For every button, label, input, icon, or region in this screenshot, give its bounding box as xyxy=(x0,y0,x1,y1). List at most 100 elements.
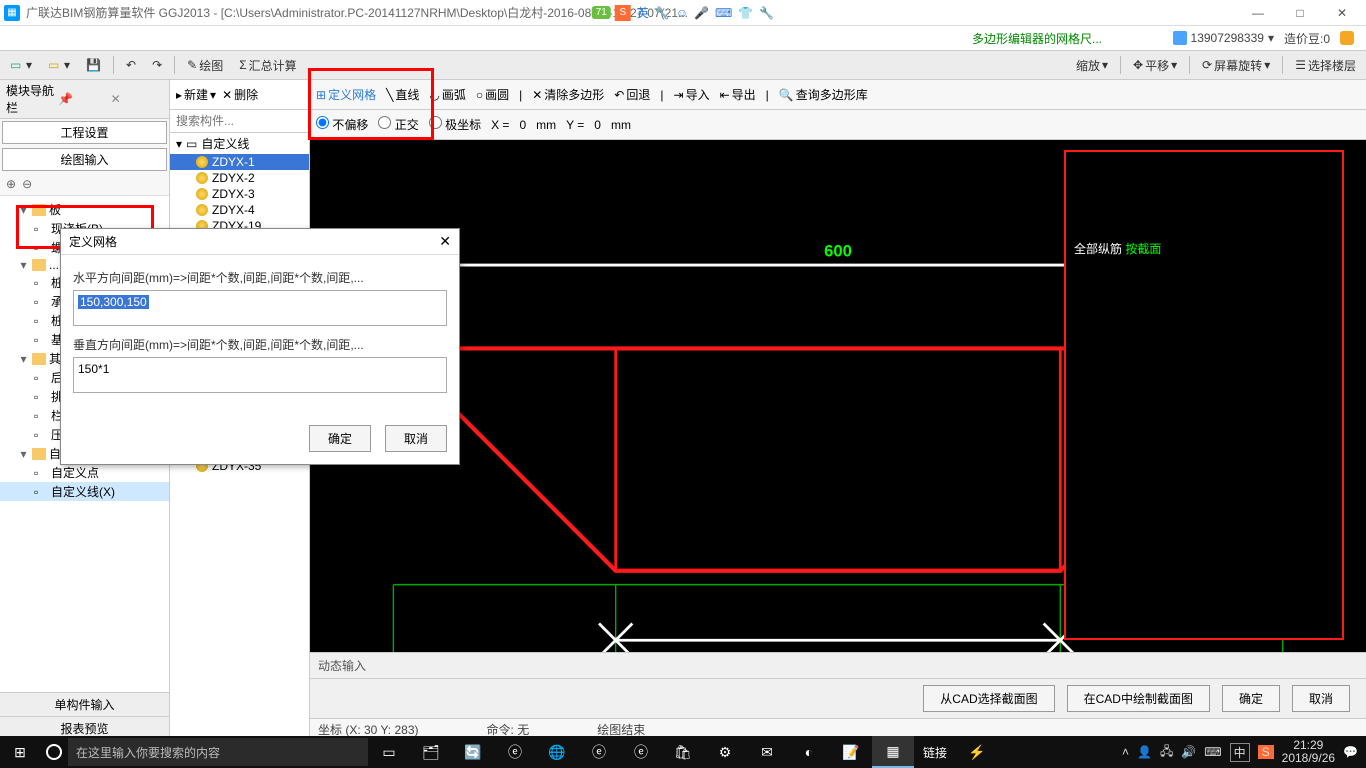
tray-clock[interactable]: 21:29 2018/9/26 xyxy=(1282,739,1335,765)
dialog-close-button[interactable]: ✕ xyxy=(439,233,451,250)
sogou-icon[interactable]: S xyxy=(615,5,631,21)
tb-ie-icon[interactable]: ⓔ xyxy=(494,736,536,768)
import-button[interactable]: ⇥ 导入 xyxy=(674,86,710,103)
component-item[interactable]: ZDYX-4 xyxy=(170,202,309,218)
component-item[interactable]: ZDYX-1 xyxy=(170,154,309,170)
ime-lang[interactable]: 英 xyxy=(637,4,649,21)
from-cad-select-button[interactable]: 从CAD选择截面图 xyxy=(923,685,1054,712)
tb-ggj-icon[interactable]: ▦ xyxy=(872,736,914,768)
dialog-title: 定义网格 xyxy=(69,233,117,250)
tray-notif-icon[interactable]: 💬 xyxy=(1343,745,1358,759)
zoom-button[interactable]: 缩放 ▾ xyxy=(1072,55,1112,76)
tb-link-label[interactable]: 链接 xyxy=(914,736,956,768)
query-poly-lib-button[interactable]: 🔍 查询多边形库 xyxy=(779,86,868,103)
select-floor-button[interactable]: ☰ 选择楼层 xyxy=(1291,55,1360,76)
undo-step-button[interactable]: ↶ 回退 xyxy=(614,86,650,103)
draw-button[interactable]: ✎ 绘图 xyxy=(183,55,227,76)
save-button[interactable]: 💾 xyxy=(82,56,105,74)
collapse-all-icon[interactable]: ⊖ xyxy=(22,177,32,191)
tray-sogou[interactable]: S xyxy=(1258,745,1274,759)
expand-all-icon[interactable]: ⊕ xyxy=(6,177,16,191)
nav-close-icon[interactable]: ✕ xyxy=(111,92,163,106)
open-file-button[interactable]: ▾ xyxy=(44,56,74,74)
pan-button[interactable]: ✥ 平移 ▾ xyxy=(1129,55,1181,76)
tree-node[interactable]: ▫自定义线(X)​ xyxy=(0,482,169,501)
pin-icon[interactable]: 📌 xyxy=(58,92,110,106)
rotate-button[interactable]: ⟳ 屏幕旋转 ▾ xyxy=(1198,55,1274,76)
draw-circle-button[interactable]: ○ 画圆 xyxy=(476,86,509,103)
tb-app4-icon[interactable]: ⚡ xyxy=(956,736,998,768)
tb-store-icon[interactable]: 🛍 xyxy=(662,736,704,768)
ime-tool-icon[interactable]: 🔧 xyxy=(655,6,670,20)
tb-app3-icon[interactable]: ◐ xyxy=(788,736,830,768)
ime-mic-icon[interactable]: 🎤 xyxy=(694,6,709,20)
section-cancel-button[interactable]: 取消 xyxy=(1292,685,1350,712)
close-button[interactable]: ✕ xyxy=(1322,3,1362,23)
in-cad-draw-button[interactable]: 在CAD中绘制截面图 xyxy=(1067,685,1210,712)
ortho-radio[interactable]: 正交 xyxy=(378,116,418,133)
bell-icon[interactable] xyxy=(1340,31,1354,45)
delete-component-button[interactable]: ✕ 删除 xyxy=(222,86,258,103)
user-account[interactable]: 13907298339 ▾ xyxy=(1173,31,1274,45)
tray-net-icon[interactable]: 🖧 xyxy=(1160,742,1173,763)
tb-app2-icon[interactable]: 🔄 xyxy=(452,736,494,768)
tab-single-component[interactable]: 单构件输入 xyxy=(0,692,169,716)
y-input[interactable]: 0 xyxy=(594,118,601,132)
maximize-button[interactable]: □ xyxy=(1280,3,1320,23)
dialog-ok-button[interactable]: 确定 xyxy=(309,425,371,452)
tab-draw-input[interactable]: 绘图输入 xyxy=(2,148,167,171)
nav-header: 模块导航栏 📌 ✕ xyxy=(0,80,169,119)
tab-engineering-settings[interactable]: 工程设置 xyxy=(2,121,167,144)
tb-chrome-icon[interactable]: 🌐 xyxy=(536,736,578,768)
taskbar-search[interactable]: 在这里输入你要搜索的内容 xyxy=(68,738,368,766)
export-button[interactable]: ⇤ 导出 xyxy=(720,86,756,103)
ime-kbd-icon[interactable]: ⌨ xyxy=(715,6,732,20)
tb-edge-icon[interactable]: ⓔ xyxy=(578,736,620,768)
draw-arc-button[interactable]: ◡ 画弧 xyxy=(429,86,466,103)
ime-settings-icon[interactable]: 🔧 xyxy=(759,6,774,20)
windows-taskbar[interactable]: ⊞ 在这里输入你要搜索的内容 ▭ 🗂 🔄 ⓔ 🌐 ⓔ ⓔ 🛍 ⚙ ✉ ◐ 📝 ▦… xyxy=(0,736,1366,768)
dialog-cancel-button[interactable]: 取消 xyxy=(385,425,447,452)
user-icon xyxy=(1173,31,1187,45)
ime-skin-icon[interactable]: 👕 xyxy=(738,6,753,20)
define-grid-dialog: 定义网格 ✕ 水平方向间距(mm)=>间距*个数,间距,间距*个数,间距,...… xyxy=(60,228,460,465)
polar-radio[interactable]: 极坐标 xyxy=(429,116,481,133)
draw-line-button[interactable]: ╲ 直线 xyxy=(386,86,419,103)
start-button[interactable]: ⊞ xyxy=(0,744,40,761)
tray-vol-icon[interactable]: 🔊 xyxy=(1181,745,1196,759)
tray-people-icon[interactable]: 👤 xyxy=(1137,745,1152,759)
tree-node[interactable]: ▫自定义点 xyxy=(0,463,169,482)
redo-button[interactable]: ↷ xyxy=(148,56,166,74)
tray-lang[interactable]: 中 xyxy=(1230,743,1250,762)
tray-ime-icon[interactable]: ⌨ xyxy=(1204,745,1221,759)
tb-mail-icon[interactable]: ✉ xyxy=(746,736,788,768)
new-icon xyxy=(10,58,24,72)
tray-up-icon[interactable]: ˄ xyxy=(1122,745,1129,759)
component-item[interactable]: ZDYX-2 xyxy=(170,170,309,186)
clear-poly-button[interactable]: ✕ 清除多边形 xyxy=(532,86,604,103)
tree-node[interactable]: ▾板 xyxy=(0,200,169,219)
task-view-icon[interactable]: ▭ xyxy=(368,736,410,768)
tb-app1-icon[interactable]: 🗂 xyxy=(410,736,452,768)
cortana-icon[interactable] xyxy=(40,744,68,760)
tb-notes-icon[interactable]: 📝 xyxy=(830,736,872,768)
component-item[interactable]: ZDYX-3 xyxy=(170,186,309,202)
app-icon: ▦ xyxy=(4,5,20,21)
minimize-button[interactable]: — xyxy=(1238,3,1278,23)
ime-smile-icon[interactable]: ☺ xyxy=(676,6,688,20)
gear-icon xyxy=(196,188,208,200)
sum-button[interactable]: Σ 汇总计算 xyxy=(235,55,300,76)
tb-settings-icon[interactable]: ⚙ xyxy=(704,736,746,768)
vertical-spacing-input[interactable]: 150*1 xyxy=(73,357,447,393)
tb-ie2-icon[interactable]: ⓔ xyxy=(620,736,662,768)
horizontal-spacing-input[interactable]: 150,300,150 xyxy=(73,290,447,326)
dynamic-input-bar[interactable]: 动态输入 xyxy=(310,652,1366,678)
no-offset-radio[interactable]: 不偏移 xyxy=(316,116,368,133)
search-input[interactable] xyxy=(170,110,309,132)
new-file-button[interactable]: ▾ xyxy=(6,56,36,74)
section-ok-button[interactable]: 确定 xyxy=(1222,685,1280,712)
define-grid-button[interactable]: ⊞ 定义网格 xyxy=(316,86,376,103)
new-component-button[interactable]: ▸ 新建 ▾ xyxy=(176,86,216,103)
undo-button[interactable]: ↶ xyxy=(122,56,140,74)
x-input[interactable]: 0 xyxy=(519,118,526,132)
